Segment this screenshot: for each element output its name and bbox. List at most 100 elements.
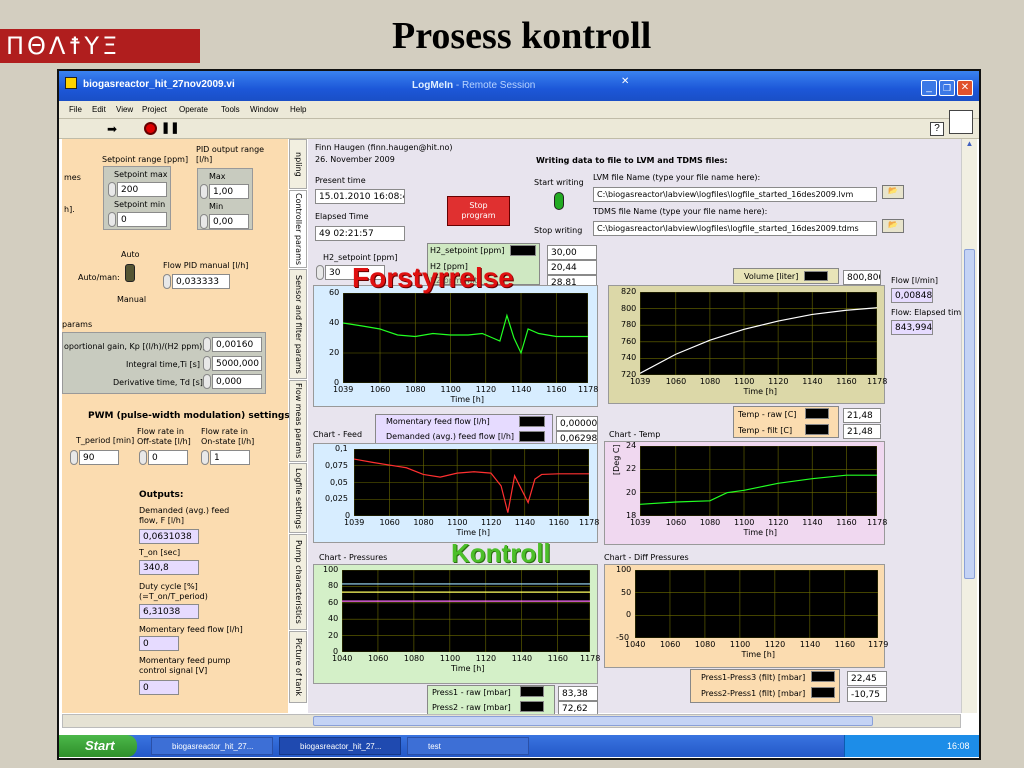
scroll-up-icon[interactable]: ▲ — [962, 139, 977, 154]
flow-pid-manual-spinner[interactable] — [163, 274, 171, 289]
menu-help[interactable]: Help — [290, 105, 306, 114]
tab-picture-of-tank[interactable]: Picture of tank — [289, 631, 307, 703]
lbl-h: h]. — [64, 205, 75, 214]
press2-swatch — [520, 701, 544, 712]
taskbar-item-2[interactable]: biogasreactor_hit_27... — [279, 737, 401, 755]
close-button[interactable]: ✕ — [957, 80, 973, 96]
tab-sensor-filter-params[interactable]: Sensor and filter params — [289, 269, 307, 379]
help-icon[interactable]: ? — [930, 122, 944, 136]
x-axis-label: Time [h] — [743, 387, 777, 396]
taskbar-item-3[interactable]: test — [407, 737, 529, 755]
x-axis-label: Time [h] — [456, 528, 490, 537]
off-state-spinner[interactable] — [139, 450, 147, 465]
abort-icon[interactable] — [144, 122, 157, 135]
diff-chart — [634, 569, 879, 639]
kp-input[interactable]: 0,00160 — [212, 337, 262, 352]
scroll-thumb[interactable] — [964, 249, 975, 579]
ti-input[interactable]: 5000,000 — [212, 356, 262, 371]
lvm-path-input[interactable]: C:\biogasreactor\labview\logfiles\logfil… — [593, 187, 877, 202]
temp-raw-swatch — [805, 408, 829, 419]
menu-operate[interactable]: Operate — [179, 105, 208, 114]
pid-max-spinner[interactable] — [200, 184, 208, 199]
hscroll-thumb[interactable] — [313, 716, 873, 726]
tab-pump-characteristics[interactable]: Pump characteristics — [289, 534, 307, 630]
x-tick-label: 1080 — [403, 654, 425, 663]
pid-max-label: Max — [209, 172, 226, 181]
elapsed-time-label: Elapsed Time — [315, 212, 369, 221]
stop-program-button[interactable]: Stop program — [447, 196, 510, 226]
tab-flow-meas-params[interactable]: Flow meas params — [289, 380, 307, 462]
tab-sampling-times[interactable]: npling times — [289, 139, 307, 189]
pid-min-spinner[interactable] — [200, 214, 208, 229]
params-label: params — [62, 320, 93, 329]
flow-right-label: Flow [l/min] — [891, 276, 939, 285]
x-tick-label: 1120 — [475, 654, 497, 663]
taskbar-item-1[interactable]: biogasreactor_hit_27... — [151, 737, 273, 755]
setpoint-min-input[interactable]: 0 — [117, 212, 167, 227]
lvm-browse-button[interactable]: 📂 — [882, 185, 904, 199]
x-tick-label: 1100 — [729, 640, 751, 649]
overlay-forstyrrelse: Forstyrrelse — [352, 262, 514, 293]
menu-window[interactable]: Window — [250, 105, 278, 114]
t-period-spinner[interactable] — [70, 450, 78, 465]
start-button[interactable]: Start — [59, 735, 137, 757]
tdms-path-input[interactable]: C:\biogasreactor\labview\logfiles\logfil… — [593, 221, 877, 236]
write-toggle[interactable] — [554, 192, 564, 210]
menu-edit[interactable]: Edit — [92, 105, 106, 114]
td-spinner[interactable] — [203, 374, 211, 389]
auto-man-toggle[interactable] — [125, 264, 135, 282]
horizontal-scrollbar[interactable] — [62, 714, 961, 728]
x-tick-label: 1120 — [768, 377, 789, 386]
x-tick-label: 1160 — [836, 377, 857, 386]
mom-flow-value: 0 — [139, 636, 179, 651]
y-tick-label: 0 — [345, 511, 351, 520]
x-tick-label: 1178 — [867, 518, 888, 527]
minimize-button[interactable]: _ — [921, 80, 937, 96]
x-tick-label: 1100 — [440, 385, 461, 394]
off-state-input[interactable]: 0 — [148, 450, 188, 465]
pause-icon[interactable]: ❚❚ — [161, 121, 179, 134]
x-axis-label: Time [h] — [450, 395, 484, 404]
y-tick-label: 20 — [626, 487, 637, 497]
remote-session-label: LogMeIn - Remote Session — [412, 80, 535, 91]
x-tick-label: 1080 — [413, 518, 434, 527]
vertical-scrollbar[interactable]: ▲ — [961, 139, 977, 713]
x-axis-label: Time [h] — [451, 664, 485, 673]
pid-max-input[interactable]: 1,00 — [209, 184, 249, 199]
feed-chart-label: Chart - Feed — [313, 430, 363, 439]
y-tick-label: 22 — [626, 464, 637, 474]
dem-feed-legend: Demanded (avg.) feed flow [l/h] — [386, 432, 515, 441]
on-state-input[interactable]: 1 — [210, 450, 250, 465]
ti-spinner[interactable] — [203, 356, 211, 371]
t-period-input[interactable]: 90 — [79, 450, 119, 465]
maximize-button[interactable]: ❐ — [939, 80, 955, 96]
y-tick-label: 40 — [329, 318, 340, 327]
x-tick-label: 1160 — [547, 654, 568, 663]
h2-setpoint-spinner[interactable] — [316, 265, 324, 280]
tdms-browse-button[interactable]: 📂 — [882, 219, 904, 233]
h2-setpoint-readout: 30,00 — [547, 245, 597, 260]
setpoint-max-input[interactable]: 200 — [117, 182, 167, 197]
demanded-value: 0,0631038 — [139, 529, 199, 544]
pid-min-input[interactable]: 0,00 — [209, 214, 249, 229]
menu-file[interactable]: File — [69, 105, 82, 114]
x-tick-label: 1120 — [480, 518, 502, 527]
remote-close-icon[interactable]: ✕ — [621, 76, 629, 87]
setpoint-min-spinner[interactable] — [108, 212, 116, 227]
td-input[interactable]: 0,000 — [212, 374, 262, 389]
diff2-legend: Press2-Press1 (filt) [mbar] — [701, 689, 806, 698]
run-arrow-icon[interactable]: ➡ — [107, 122, 117, 136]
tab-logfile-settings[interactable]: Logfile settings — [289, 463, 307, 533]
setpoint-max-spinner[interactable] — [108, 182, 116, 197]
menu-view[interactable]: View — [116, 105, 133, 114]
y-tick-label: 40 — [328, 614, 339, 624]
on-state-spinner[interactable] — [201, 450, 209, 465]
menu-project[interactable]: Project — [142, 105, 167, 114]
tab-controller-params[interactable]: Controller params — [289, 190, 307, 268]
press1-legend: Press1 - raw [mbar] — [432, 688, 511, 697]
temp-raw-readout: 21,48 — [843, 408, 881, 423]
kp-spinner[interactable] — [203, 337, 211, 352]
menu-tools[interactable]: Tools — [221, 105, 240, 114]
flow-pid-manual-input[interactable]: 0,033333 — [172, 274, 230, 289]
auto-man-label: Auto/man: — [78, 273, 120, 282]
